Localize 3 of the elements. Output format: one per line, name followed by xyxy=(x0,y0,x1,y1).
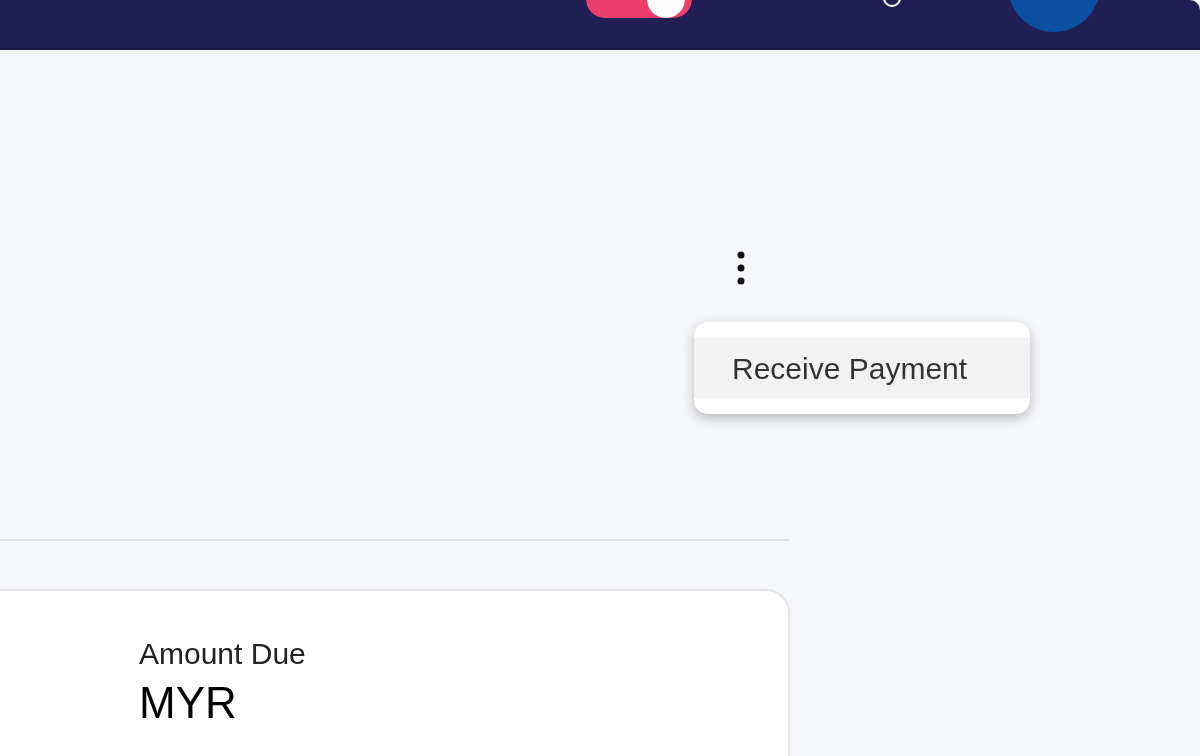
amount-label: Amount Due xyxy=(139,639,307,669)
currency-text: MYR xyxy=(139,681,238,725)
menu-item[interactable]: Receive Payment xyxy=(694,338,1030,398)
